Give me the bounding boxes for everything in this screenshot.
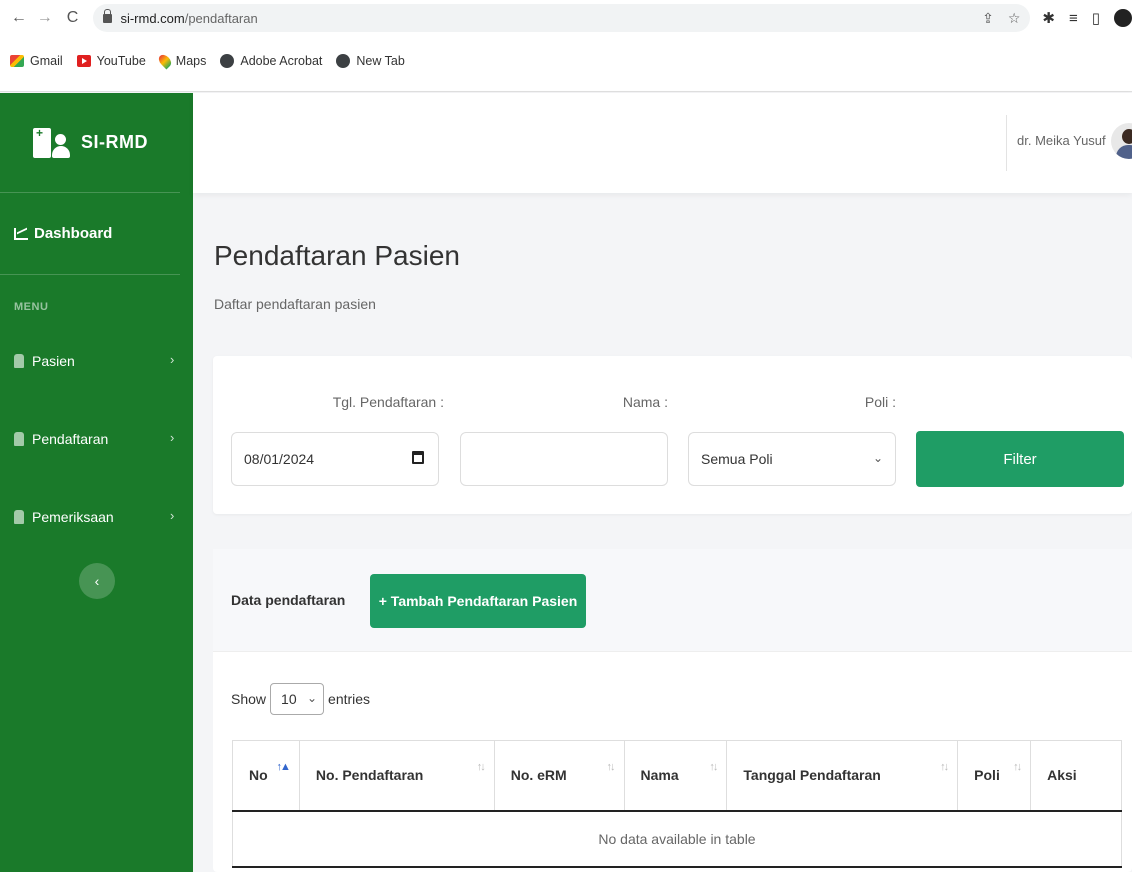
sidebar-item-label: Pasien: [32, 353, 75, 369]
column-header-tanggal-pendaftaran[interactable]: Tanggal Pendaftaran ↑↓: [726, 740, 959, 812]
entries-value: 10: [281, 691, 297, 707]
sort-icon: ↑↓: [940, 761, 949, 773]
entries-select[interactable]: 10 ⌄: [270, 683, 325, 715]
sidebar-item-pemeriksaan[interactable]: Pemeriksaan ›: [0, 507, 193, 527]
table-header-row: No ↑▲ No. Pendaftaran ↑↓ No. eRM ↑↓ Nama ↑↓ …: [232, 740, 1122, 812]
hospital-staff-icon: [33, 126, 71, 158]
sort-asc-icon: ↑▲: [276, 761, 291, 773]
bookmarks-bar: Gmail YouTube Maps Adobe Acrobat New Tab: [0, 36, 1132, 92]
column-header-no[interactable]: No ↑▲: [232, 740, 300, 812]
globe-icon: [220, 54, 235, 68]
date-value: 08/01/2024: [244, 451, 315, 467]
reading-list-icon[interactable]: ≡: [1069, 10, 1078, 27]
entries-label: entries: [328, 691, 371, 707]
sort-icon: ↑↓: [1013, 761, 1022, 773]
gmail-icon: [10, 55, 24, 67]
profile-avatar-icon[interactable]: [1114, 9, 1132, 27]
avatar[interactable]: [1111, 123, 1132, 159]
chevron-down-icon: ⌄: [306, 691, 318, 705]
name-label: Nama :: [622, 394, 668, 410]
bookmark-maps[interactable]: Maps: [156, 52, 206, 70]
reload-icon[interactable]: C: [62, 7, 84, 29]
poli-selected-value: Semua Poli: [701, 451, 773, 467]
sidebar-item-label: Dashboard: [34, 225, 113, 242]
sort-icon: ↑↓: [606, 761, 616, 773]
filter-card: Tgl. Pendaftaran : Nama : Poli : 08/01/2…: [213, 356, 1132, 514]
bookmark-new-tab[interactable]: New Tab: [336, 54, 405, 68]
sidebar-item-pasien[interactable]: Pasien ›: [0, 351, 193, 371]
chevron-left-icon: ‹: [94, 573, 100, 589]
sidebar-item-label: Pemeriksaan: [32, 509, 114, 525]
clipboard-icon: [14, 432, 24, 446]
topbar-divider: [1006, 115, 1007, 171]
registration-table: No ↑▲ No. Pendaftaran ↑↓ No. eRM ↑↓ Nama ↑↓ …: [232, 740, 1122, 868]
maps-pin-icon: [156, 52, 174, 70]
back-arrow-icon[interactable]: ←: [8, 7, 30, 29]
brand-name: SI-RMD: [81, 132, 148, 152]
data-card-header: Data pendaftaran + Tambah Pendaftaran Pa…: [213, 549, 1132, 652]
page-subtitle: Daftar pendaftaran pasien: [214, 296, 376, 312]
chevron-down-icon: ⌄: [872, 451, 883, 465]
menu-heading: MENU: [14, 301, 49, 313]
empty-table-message: No data available in table: [232, 810, 1122, 868]
user-icon: [14, 354, 24, 368]
add-registration-button[interactable]: + Tambah Pendaftaran Pasien: [370, 574, 586, 628]
sidebar-item-dashboard[interactable]: Dashboard: [0, 193, 180, 275]
side-panel-icon[interactable]: ▯: [1092, 9, 1100, 27]
topbar: dr. Meika Yusuf: [193, 93, 1132, 193]
user-name[interactable]: dr. Meika Yusuf: [1017, 133, 1106, 148]
column-header-no-erm[interactable]: No. eRM ↑↓: [493, 740, 625, 812]
date-label: Tgl. Pendaftaran :: [332, 394, 444, 410]
sort-icon: ↑↓: [709, 761, 718, 773]
poli-select[interactable]: Semua Poli ⌄: [688, 432, 896, 486]
bookmark-adobe-acrobat[interactable]: Adobe Acrobat: [220, 54, 322, 68]
bookmark-gmail[interactable]: Gmail: [10, 54, 63, 68]
extensions-icon[interactable]: ✱: [1042, 9, 1055, 27]
column-header-nama[interactable]: Nama ↑↓: [623, 740, 728, 812]
bookmark-youtube[interactable]: YouTube: [76, 54, 146, 68]
column-header-no-pendaftaran[interactable]: No. Pendaftaran ↑↓: [298, 740, 495, 812]
lock-icon: [103, 8, 113, 23]
page-title: Pendaftaran Pasien: [214, 240, 460, 271]
youtube-icon: [76, 55, 91, 67]
column-header-aksi: Aksi: [1030, 740, 1122, 812]
filter-button[interactable]: Filter: [916, 431, 1124, 487]
column-header-poli[interactable]: Poli ↑↓: [957, 740, 1032, 812]
url-domain: si-rmd.com: [120, 10, 185, 26]
show-label: Show: [231, 691, 267, 707]
star-icon[interactable]: ☆: [1008, 10, 1021, 27]
chevron-right-icon: ›: [170, 508, 175, 523]
address-bar[interactable]: si-rmd.com/pendaftaran ⇪ ☆: [93, 4, 1031, 32]
sidebar: SI-RMD Dashboard MENU Pasien › Pendaftar…: [0, 93, 193, 872]
calendar-icon[interactable]: [412, 451, 424, 464]
url-path: /pendaftaran: [184, 10, 258, 26]
share-icon[interactable]: ⇪: [982, 10, 994, 27]
chevron-right-icon: ›: [170, 430, 175, 445]
globe-icon: [336, 54, 351, 68]
sidebar-item-pendaftaran[interactable]: Pendaftaran ›: [0, 429, 193, 449]
brand-logo[interactable]: SI-RMD: [0, 93, 180, 193]
chevron-right-icon: ›: [170, 352, 175, 367]
sort-icon: ↑↓: [476, 761, 486, 773]
poli-label: Poli :: [864, 394, 896, 410]
forward-arrow-icon[interactable]: →: [34, 7, 56, 29]
table-row: No data available in table: [232, 810, 1122, 868]
sidebar-collapse-button[interactable]: ‹: [79, 563, 115, 599]
entries-length-control: Show 10 ⌄ entries: [231, 683, 370, 715]
data-card: Data pendaftaran + Tambah Pendaftaran Pa…: [213, 549, 1132, 872]
user-doctor-icon: [14, 510, 24, 524]
data-card-title: Data pendaftaran: [231, 592, 346, 608]
name-input[interactable]: [460, 432, 668, 486]
browser-toolbar: ← → C si-rmd.com/pendaftaran ⇪ ☆ ✱ ≡ ▯: [0, 0, 1132, 36]
sidebar-item-label: Pendaftaran: [32, 431, 109, 447]
chart-line-icon: [14, 227, 28, 240]
date-input[interactable]: 08/01/2024: [231, 432, 439, 486]
